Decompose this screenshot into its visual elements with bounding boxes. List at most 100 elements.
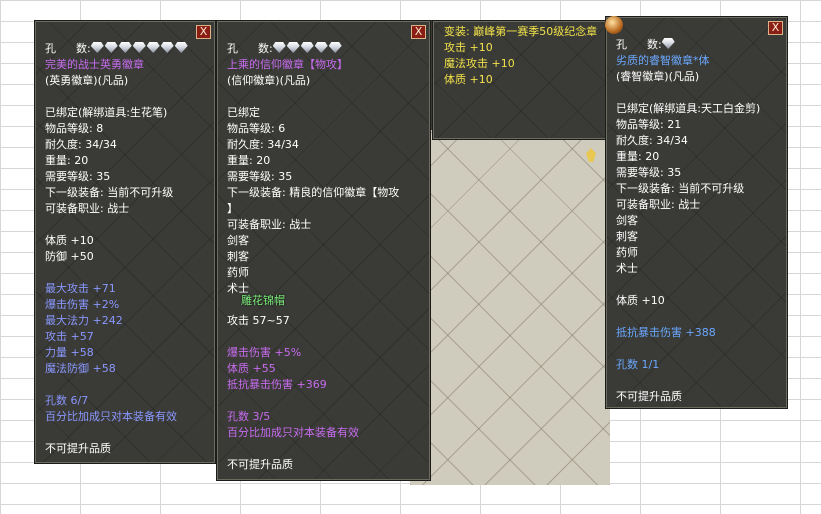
- item-type: (英勇徽章)(凡品): [45, 74, 129, 87]
- stat-line: 重量: 20: [45, 154, 89, 167]
- stat-line: 可装备职业: 战士: [45, 202, 130, 215]
- stat-line: 】: [227, 202, 238, 215]
- stat-line: 剑客: [227, 234, 249, 247]
- bonus-stats-list: 最大攻击 +71 爆击伤害 +2% 最大法力 +242 攻击 +57 力量 +58 魔法防…: [45, 281, 214, 377]
- item-name: 上乘的信仰徽章【物攻】: [227, 58, 348, 71]
- stat-line: 力量 +58: [45, 346, 94, 359]
- stat-line: 下一级装备: 当前不可升级: [45, 186, 174, 199]
- stat-line: 物品等级: 8: [45, 122, 104, 135]
- stat-line: 已绑定: [227, 106, 260, 119]
- hole-row: 孔 数:: [45, 41, 214, 57]
- stat-line: 下一级装备: 精良的信仰徽章【物攻: [227, 186, 400, 199]
- hole-count-label: 数:: [258, 42, 273, 55]
- stat-line: 已绑定(解绑道具:生花笔): [45, 106, 168, 119]
- hole-count-label: 数:: [647, 38, 662, 51]
- stat-line: 刺客: [616, 230, 638, 243]
- bonus-stats-list: 抵抗暴击伤害 +388: [616, 325, 786, 341]
- footer-text: 不可提升品质: [45, 442, 111, 455]
- item-info-list: 已绑定物品等级: 6 耐久度: 34/34 重量: 20 需要等级: 35 下一级装备:…: [227, 105, 429, 297]
- close-button[interactable]: X: [411, 25, 426, 39]
- gem-slots: [90, 41, 189, 57]
- stat-line: 耐久度: 34/34: [616, 134, 688, 147]
- stat-line: 需要等级: 35: [616, 166, 682, 179]
- diamond-gem-icon: [90, 42, 104, 53]
- stat-line: 体质 +10: [444, 73, 493, 86]
- bonus-note: 百分比加成只对本装备有效: [45, 410, 177, 423]
- bonus-note: 百分比加成只对本装备有效: [227, 426, 359, 439]
- stat-line: 体质 +10: [45, 234, 94, 247]
- stat-line: 药师: [616, 246, 638, 259]
- hole-label: 孔: [227, 42, 238, 55]
- hole-count-label: 数:: [76, 42, 91, 55]
- hole-label: 孔: [616, 38, 627, 51]
- diamond-gem-icon: [314, 42, 328, 53]
- footer-text: 不可提升品质: [616, 390, 682, 403]
- diamond-gem-icon: [661, 38, 675, 49]
- stat-line: 体质 +10: [616, 294, 665, 307]
- stat-line: 可装备职业: 战士: [616, 198, 701, 211]
- item-tooltip-panel-2: X 孔 数: 上乘的信仰徽章【物攻】 (信仰徽章)(凡品) 已绑定物品等级: 6 耐…: [217, 21, 430, 480]
- item-orb-icon: [605, 16, 623, 34]
- close-button[interactable]: X: [196, 25, 211, 39]
- stat-line: 重量: 20: [227, 154, 271, 167]
- diamond-gem-icon: [272, 42, 286, 53]
- stat-line: 攻击 +57: [45, 330, 94, 343]
- stat-line: 魔法防御 +58: [45, 362, 116, 375]
- hole-row: 孔 数:: [616, 37, 786, 53]
- diamond-gem-icon: [132, 42, 146, 53]
- diamond-gem-icon: [286, 42, 300, 53]
- stat-line: 重量: 20: [616, 150, 660, 163]
- diamond-gem-icon: [174, 42, 188, 53]
- stat-line: 体质 +55: [227, 362, 276, 375]
- item-type: (睿智徽章)(凡品): [616, 70, 700, 83]
- stat-line: 防御 +50: [45, 250, 94, 263]
- item-tooltip-panel-1: X 孔 数: 完美的战士英勇徽章 (英勇徽章)(凡品) 已绑定(解绑道具:生花笔)…: [35, 21, 215, 463]
- hole-label: 孔: [45, 42, 56, 55]
- gem-slots: [661, 37, 676, 53]
- costume-title: 变装: 巅峰第一赛季50级纪念章: [444, 25, 598, 38]
- stat-line: 耐久度: 34/34: [227, 138, 299, 151]
- hole-row: 孔 数:: [227, 41, 429, 57]
- bonus-stats-list: 爆击伤害 +5% 体质 +55 抵抗暴击伤害 +369: [227, 345, 429, 393]
- gem-slots: [272, 41, 343, 57]
- stat-line: 最大法力 +242: [45, 314, 123, 327]
- game-scene-tiled-floor: [410, 130, 610, 485]
- stat-line: 可装备职业: 战士: [227, 218, 312, 231]
- stat-line: 抵抗暴击伤害 +369: [227, 378, 327, 391]
- hole-info: 孔数 1/1: [616, 358, 660, 371]
- stat-line: 爆击伤害 +5%: [227, 346, 302, 359]
- item-type: (信仰徽章)(凡品): [227, 74, 311, 87]
- item-info-list: 已绑定(解绑道具:天工白金剪) 物品等级: 21 耐久度: 34/34 重量: 20 需…: [616, 101, 786, 277]
- item-name: 劣质的睿智徽章*体: [616, 54, 710, 67]
- stat-line: 魔法攻击 +10: [444, 57, 515, 70]
- npc-name-label: 雕花锦帽: [241, 294, 285, 307]
- base-stats-list: 体质 +10 防御 +50: [45, 233, 214, 265]
- stat-line: 剑客: [616, 214, 638, 227]
- stat-line: 耐久度: 34/34: [45, 138, 117, 151]
- diamond-gem-icon: [160, 42, 174, 53]
- stat-line: 最大攻击 +71: [45, 282, 116, 295]
- stat-line: 攻击 +10: [444, 41, 493, 54]
- stat-line: 下一级装备: 当前不可升级: [616, 182, 745, 195]
- item-tooltip-panel-4: X 孔 数: 劣质的睿智徽章*体 (睿智徽章)(凡品) 已绑定(解绑道具:天工白金…: [606, 17, 787, 408]
- diamond-gem-icon: [104, 42, 118, 53]
- stat-line: 需要等级: 35: [227, 170, 293, 183]
- costume-tooltip-panel: 变装: 巅峰第一赛季50级纪念章 攻击 +10 魔法攻击 +10 体质 +10: [433, 21, 609, 139]
- stat-line: 抵抗暴击伤害 +388: [616, 326, 716, 339]
- stat-line: 物品等级: 21: [616, 118, 682, 131]
- diamond-gem-icon: [300, 42, 314, 53]
- stat-line: 刺客: [227, 250, 249, 263]
- stat-line: 需要等级: 35: [45, 170, 111, 183]
- item-info-list: 已绑定(解绑道具:生花笔) 物品等级: 8 耐久度: 34/34 重量: 20 需要等级…: [45, 105, 214, 217]
- stat-line: 药师: [227, 266, 249, 279]
- attack-stat: 攻击 57~57: [227, 314, 290, 327]
- close-button[interactable]: X: [768, 21, 783, 35]
- item-name: 完美的战士英勇徽章: [45, 58, 144, 71]
- stat-line: 已绑定(解绑道具:天工白金剪): [616, 102, 761, 115]
- hole-info: 孔数 3/5: [227, 410, 271, 423]
- stat-line: 物品等级: 6: [227, 122, 286, 135]
- base-stats-list: 体质 +10: [616, 293, 786, 309]
- diamond-gem-icon: [328, 42, 342, 53]
- stat-line: 术士: [616, 262, 638, 275]
- footer-text: 不可提升品质: [227, 458, 293, 471]
